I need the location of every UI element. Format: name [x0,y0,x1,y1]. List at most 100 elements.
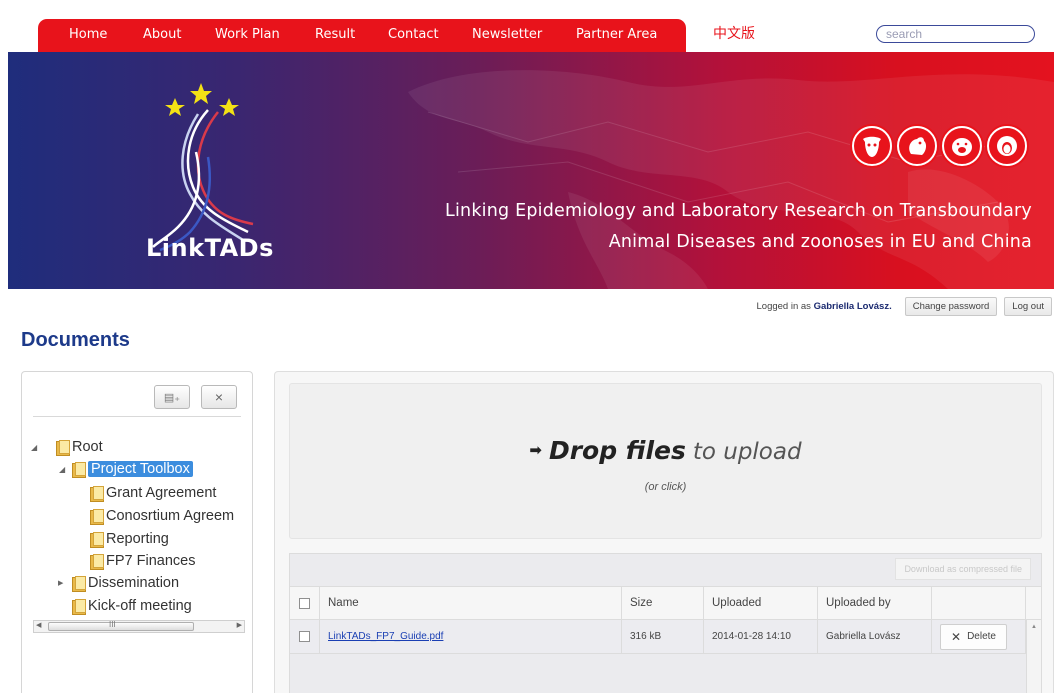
upload-panel: ➡ Drop files to upload (or click) Downlo… [274,371,1054,693]
column-header-actions [932,587,1026,619]
tree-node-label: Kick-off meeting [88,598,192,614]
folder-icon [72,599,86,615]
file-name-cell: LinkTADs_FP7_Guide.pdf [320,620,622,653]
logo-stars [165,83,239,116]
column-label: Size [630,597,653,609]
tree-node-reporting[interactable]: Reporting [90,529,169,549]
site-logo[interactable]: LinkTADs [146,234,274,262]
scroll-left-icon[interactable]: ◀ [36,621,41,629]
close-icon: ✕ [951,629,962,644]
arrow-right-icon: ➡ [529,441,542,459]
nav-work-plan[interactable]: Work Plan [215,27,280,42]
sheep-icon [987,126,1027,166]
file-link[interactable]: LinkTADs_FP7_Guide.pdf [328,631,443,642]
top-navigation: Home About Work Plan Result Contact News… [0,0,1054,52]
tree-node-label: FP7 Finances [106,553,196,569]
tree-node-label: Grant Agreement [106,485,217,501]
divider [33,416,241,417]
folder-icon [72,576,86,592]
logged-in-user: Gabriella Lovász. [813,300,892,312]
vertical-scrollbar[interactable]: ▲ [1026,620,1041,693]
nav-result[interactable]: Result [315,27,355,42]
column-header-uploaded-by[interactable]: Uploaded by [818,587,932,619]
tree-node-grant-agreement[interactable]: Grant Agreement [90,483,216,503]
scrollbar-thumb[interactable]: III [48,620,194,631]
expand-arrow-icon[interactable]: ▶ [58,579,63,587]
to-upload-label: to upload [692,439,802,465]
folder-icon [72,462,86,478]
tree-node-label: Conosrtium Agreem [106,508,235,524]
tree-node-label: Reporting [106,531,169,547]
tree-node-project-toolbox[interactable]: ◢ Project Toolbox [59,459,193,479]
scroll-right-icon[interactable]: ▶ [237,621,242,629]
select-all-checkbox[interactable] [299,597,310,609]
new-folder-button[interactable]: ▤₊ [154,385,190,409]
logged-in-status: Logged in as Gabriella Lovász. [757,301,892,312]
log-out-button[interactable]: Log out [1004,296,1052,316]
column-label: Uploaded [712,597,762,609]
user-bar: Logged in as Gabriella Lovász. Change pa… [757,296,1052,316]
file-size: 316 kB [630,631,662,642]
column-header-size[interactable]: Size [622,587,704,619]
chicken-icon [897,126,937,166]
file-uploaded-cell: 2014-01-28 14:10 [704,620,818,653]
download-compressed-button[interactable]: Download as compressed file [895,558,1031,580]
file-size-cell: 316 kB [622,620,704,653]
collapse-arrow-icon[interactable]: ◢ [31,443,37,452]
nav-newsletter[interactable]: Newsletter [472,27,542,42]
row-checkbox[interactable] [299,631,310,642]
nav-home[interactable]: Home [69,27,107,42]
file-table: Download as compressed file Name Size Up… [289,553,1042,693]
table-row[interactable]: LinkTADs_FP7_Guide.pdf 316 kB 2014-01-28… [290,620,1041,654]
dropzone-subtext: (or click) [644,481,687,493]
tree-node-label: Root [72,439,103,455]
folder-icon [90,532,104,548]
nav-contact[interactable]: Contact [388,27,439,42]
main-nav: Home About Work Plan Result Contact News… [38,19,686,52]
tree-node-kick-off-meeting[interactable]: Kick-off meeting [72,596,192,616]
file-dropzone[interactable]: ➡ Drop files to upload (or click) [289,383,1042,539]
change-password-button[interactable]: Change password [904,296,998,316]
page-title: Documents [21,329,130,351]
tagline-line-2: Animal Diseases and zoonoses in EU and C… [608,232,1032,252]
header-banner: LinkTADs Linking Epidemiology and Labora… [8,52,1054,289]
column-header-name[interactable]: Name [320,587,622,619]
logo-ribbons [152,109,254,252]
tree-node-dissemination[interactable]: ▶ Dissemination [58,573,180,593]
dropzone-heading: ➡ Drop files to upload [290,436,1041,466]
tree-node-label: Project Toolbox [88,461,193,477]
tree-node-consortium-agreement[interactable]: Conosrtium Agreem [90,506,234,526]
cow-icon [852,126,892,166]
folder-icon [90,486,104,502]
delete-label: Delete [967,631,996,642]
column-label: Name [328,597,359,609]
new-folder-icon: ▤₊ [163,391,181,404]
folder-tree-panel: ▤₊ × ◢ Root ◢ Project Toolbox Grant Agre… [21,371,253,693]
nav-about[interactable]: About [143,27,181,42]
table-header: Name Size Uploaded Uploaded by [290,586,1041,620]
tree-node-root[interactable]: ◢ Root [31,437,103,457]
select-all-cell [290,587,320,619]
nav-partner-area[interactable]: Partner Area [576,27,657,42]
chinese-version-link[interactable]: 中文版 [713,23,755,43]
delete-file-button[interactable]: ✕ Delete [940,623,1007,650]
folder-icon [90,554,104,570]
file-uploader: Gabriella Lovász [826,631,901,642]
row-select-cell [290,620,320,653]
collapse-arrow-icon[interactable]: ◢ [59,465,65,474]
search-input[interactable] [876,25,1035,43]
tree-node-fp7-finances[interactable]: FP7 Finances [90,551,195,571]
tree-node-label: Dissemination [88,575,180,591]
delete-folder-button[interactable]: × [201,385,237,409]
column-header-uploaded[interactable]: Uploaded [704,587,818,619]
folder-icon [56,440,70,456]
pig-icon [942,126,982,166]
logged-in-prefix: Logged in as [756,300,811,312]
file-actions-cell: ✕ Delete [932,620,1026,653]
close-icon: × [214,389,224,405]
scrollbar-grip: III [109,620,116,629]
column-label: Uploaded by [826,597,891,609]
horizontal-scrollbar[interactable]: ◀ III ▶ [33,620,245,633]
file-uploader-cell: Gabriella Lovász [818,620,932,653]
scroll-up-icon[interactable]: ▲ [1031,624,1037,630]
